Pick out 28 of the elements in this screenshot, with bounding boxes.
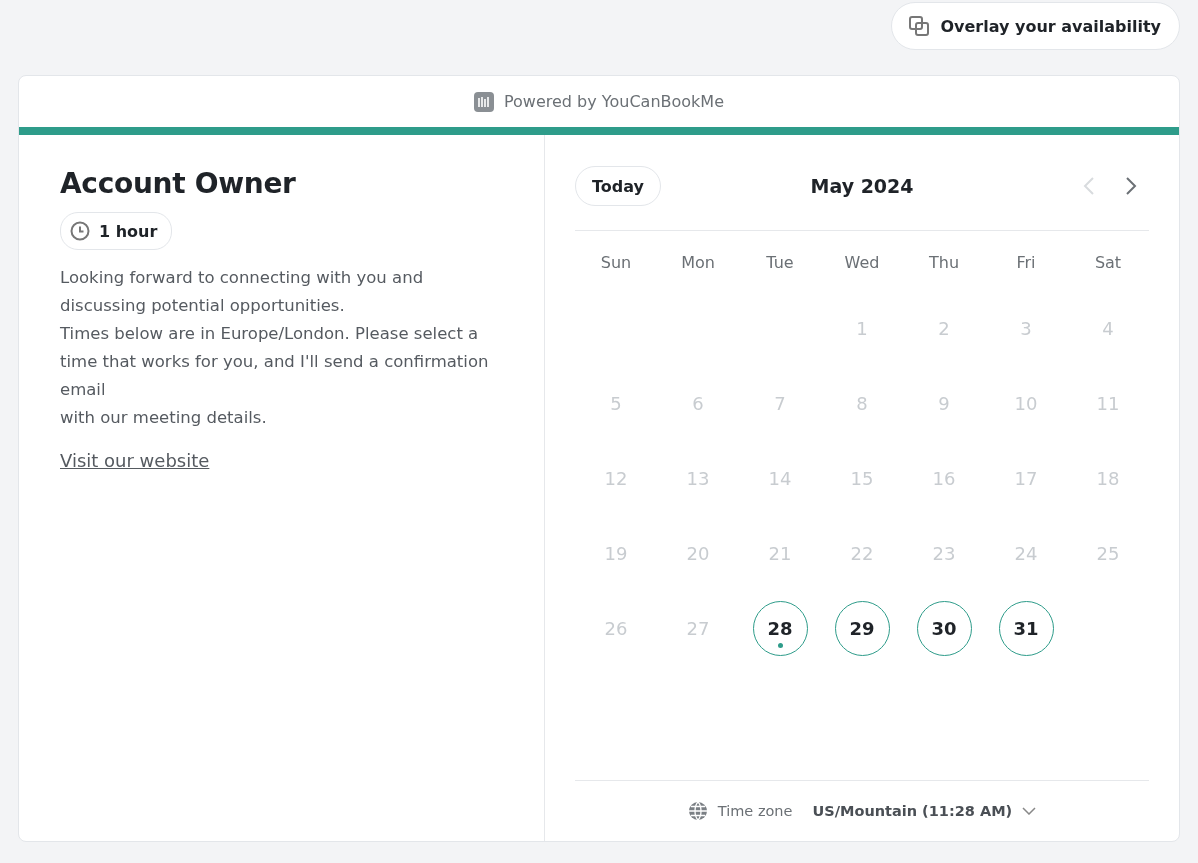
weekday-label: Sun xyxy=(600,252,632,272)
overlay-availability-button[interactable]: Overlay your availability xyxy=(891,2,1180,50)
weekday-label: Mon xyxy=(681,252,715,272)
available-date-button[interactable]: 30 xyxy=(916,601,972,656)
profile-title: Account Owner xyxy=(60,167,297,200)
weekday-label: Thu xyxy=(928,252,960,272)
timezone-select[interactable]: US/Mountain (11:28 AM) xyxy=(802,803,1037,819)
month-title: May 2024 xyxy=(810,175,914,197)
chevron-down-icon xyxy=(1022,807,1037,815)
globe-icon xyxy=(687,801,708,821)
overlapping-squares-icon xyxy=(908,15,931,37)
available-date-button[interactable]: 29 xyxy=(834,601,890,656)
today-button[interactable]: Today xyxy=(575,166,661,206)
website-link[interactable]: Visit our website xyxy=(60,450,210,471)
powered-by-text: Powered by YouCanBookMe xyxy=(504,92,724,111)
logo-icon xyxy=(474,91,494,112)
description-text: with our meeting details. xyxy=(60,407,268,429)
clock-icon xyxy=(70,221,90,241)
timezone-label: Time zone xyxy=(717,803,793,819)
weekday-label: Tue xyxy=(766,252,794,272)
available-date-button[interactable]: 28 xyxy=(752,601,808,656)
description-text: Looking forward to connecting with you and discussing potential opportunities. xyxy=(60,267,425,317)
duration-text: 1 hour xyxy=(99,221,158,241)
weekday-label: Sat xyxy=(1094,252,1122,272)
available-date-button[interactable]: 31 xyxy=(998,601,1054,656)
weekday-label: Fri xyxy=(1016,252,1036,272)
chevron-right-icon[interactable] xyxy=(1125,176,1137,196)
weekday-label: Wed xyxy=(844,252,880,272)
